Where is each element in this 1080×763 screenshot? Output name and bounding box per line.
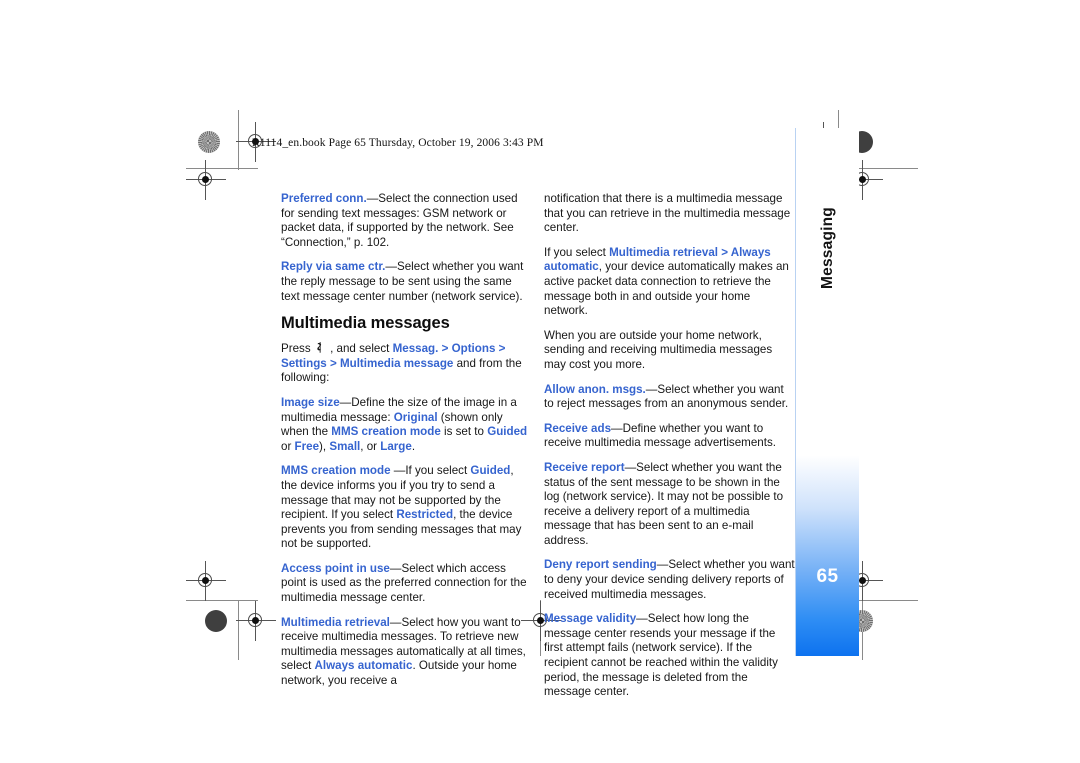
paragraph-reply-via-same-ctr: Reply via same ctr.—Select whether you w… xyxy=(281,260,532,304)
setting-name: Always automatic xyxy=(314,659,413,673)
setting-name: Large xyxy=(380,439,412,453)
setting-name: Image size xyxy=(281,395,340,409)
setting-name: Multimedia retrieval xyxy=(609,245,718,259)
body-text: When you are outside your home network, … xyxy=(544,328,773,371)
document-page: R1114_en.book Page 65 Thursday, October … xyxy=(0,0,1080,763)
setting-name: Small xyxy=(329,439,361,453)
menu-key-icon xyxy=(317,342,321,353)
setting-name: Receive report xyxy=(544,460,625,474)
setting-name: Access point in use xyxy=(281,561,390,575)
paragraph-allow-anon-msgs: Allow anon. msgs.—Select whether you wan… xyxy=(544,383,795,412)
paragraph-receive-report: Receive report—Select whether you want t… xyxy=(544,461,795,549)
crop-mark-top-left-v xyxy=(238,110,239,170)
setting-name: > xyxy=(438,342,452,356)
setting-name: Original xyxy=(393,410,438,424)
paragraph-message-validity: Message validity—Select how long the mes… xyxy=(544,612,795,700)
setting-name: > xyxy=(717,245,731,259)
crop-mark-bottom-left-v xyxy=(238,600,239,660)
paragraph-receive-ads: Receive ads—Define whether you want to r… xyxy=(544,422,795,451)
setting-name: Settings xyxy=(281,356,327,370)
setting-name: Guided xyxy=(470,464,511,478)
setting-name: MMS creation mode xyxy=(331,425,441,439)
body-text: or xyxy=(281,439,295,453)
paragraph-press-instruction: Press , and select Messag. > Options > S… xyxy=(281,342,532,386)
chapter-tab-label-text: Messaging xyxy=(818,207,836,289)
density-patch-top-left xyxy=(198,131,220,153)
setting-name: Guided xyxy=(487,425,528,439)
body-text: Press xyxy=(281,342,314,356)
body-text: ), xyxy=(319,439,330,453)
setting-name: Restricted xyxy=(396,508,454,522)
paragraph-access-point-in-use: Access point in use—Select which access … xyxy=(281,562,532,606)
setting-name: Reply via same ctr. xyxy=(281,260,386,274)
registration-mark-footer-left xyxy=(236,601,276,641)
setting-name: Multimedia message xyxy=(339,356,454,370)
setting-name: Deny report sending xyxy=(544,558,657,572)
body-text: , and select xyxy=(326,342,393,356)
paragraph-mms-creation-mode: MMS creation mode —If you select Guided,… xyxy=(281,464,532,552)
paragraph-if-you-select-retrieval: If you select Multimedia retrieval > Alw… xyxy=(544,246,795,319)
setting-name: MMS creation mode xyxy=(281,464,391,478)
paragraph-preferred-conn: Preferred conn.—Select the connection us… xyxy=(281,192,532,250)
setting-name: Options xyxy=(451,342,496,356)
setting-name: > xyxy=(326,356,340,370)
registration-mark-bottom-left xyxy=(186,561,226,601)
text-column-right: notification that there is a multimedia … xyxy=(544,192,795,700)
body-text: , or xyxy=(360,439,381,453)
file-slug-line: R1114_en.book Page 65 Thursday, October … xyxy=(252,137,544,149)
body-text: is set to xyxy=(440,425,488,439)
setting-name: Allow anon. msgs. xyxy=(544,382,646,396)
paragraph-image-size: Image size—Define the size of the image … xyxy=(281,396,532,454)
paragraph-outside-home-network-cost: When you are outside your home network, … xyxy=(544,329,795,373)
setting-name: Message validity xyxy=(544,612,637,626)
density-patch-bottom-left xyxy=(205,610,227,632)
setting-name: Receive ads xyxy=(544,421,612,435)
page-number: 65 xyxy=(816,566,839,587)
setting-name: Multimedia retrieval xyxy=(281,615,390,629)
paragraph-multimedia-retrieval: Multimedia retrieval—Select how you want… xyxy=(281,616,532,689)
text-column-left: Preferred conn.—Select the connection us… xyxy=(281,192,532,689)
body-text: —If you select xyxy=(390,464,471,478)
paragraph-deny-report-sending: Deny report sending—Select whether you w… xyxy=(544,558,795,602)
body-text: . xyxy=(411,439,416,453)
body-text: If you select xyxy=(544,245,610,259)
crop-mark-bottom-left-h xyxy=(186,600,258,601)
registration-mark-top-left xyxy=(186,160,226,200)
setting-name: Messag. xyxy=(392,342,439,356)
setting-name: > xyxy=(495,342,506,356)
paragraph-notification-continued: notification that there is a multimedia … xyxy=(544,192,795,236)
setting-name: Preferred conn. xyxy=(281,192,367,205)
body-text: notification that there is a multimedia … xyxy=(544,192,791,235)
setting-name: Free xyxy=(294,439,320,453)
section-title: Multimedia messages xyxy=(281,314,450,333)
chapter-tab-label: Messaging xyxy=(796,178,859,318)
